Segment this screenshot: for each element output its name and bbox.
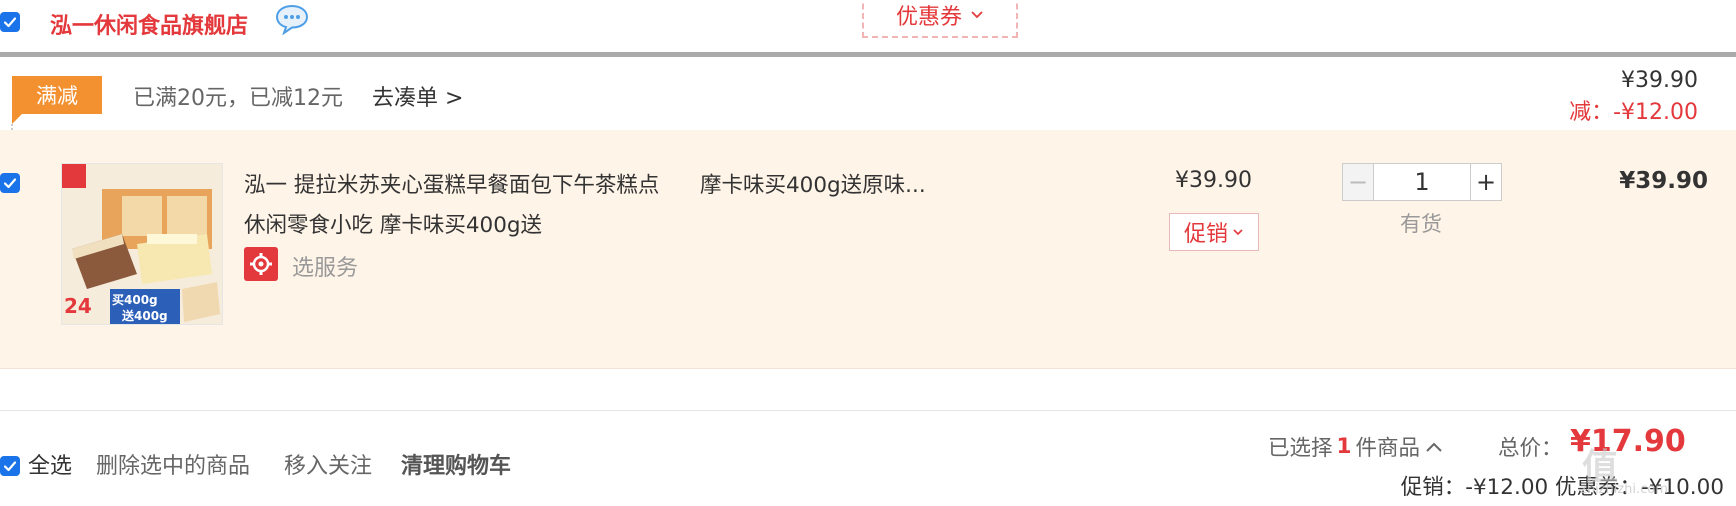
stock-status: 有货 (1400, 212, 1442, 236)
quantity-stepper: − 1 + (1342, 163, 1502, 201)
thumb-text-1: 买400g (112, 293, 158, 307)
item-subtotal: ¥39.90 (1619, 168, 1708, 194)
clear-cart-button[interactable]: 清理购物车 (401, 448, 511, 480)
selected-suffix: 件商品 (1355, 436, 1420, 461)
promotion-dropdown-label: 促销 (1183, 222, 1228, 247)
item-checkbox[interactable] (0, 173, 20, 193)
watermark-url: zhizhizhi.com (1580, 482, 1668, 497)
total-label: 总价： (1498, 436, 1563, 461)
chat-icon[interactable] (274, 3, 310, 36)
add-more-link[interactable]: 去凑单 > (372, 80, 463, 112)
footer-divider (0, 410, 1736, 411)
group-discount: 减：-¥12.00 (1569, 100, 1698, 125)
quantity-input[interactable]: 1 (1374, 163, 1470, 201)
product-title-link[interactable]: 泓一 提拉米苏夹心蛋糕早餐面包下午茶糕点休闲零食小吃 摩卡味买400g送 (244, 166, 664, 246)
decrease-quantity-button[interactable]: − (1342, 163, 1374, 201)
check-icon (3, 461, 17, 472)
coupon-button[interactable]: 优惠券 (862, 0, 1018, 38)
promo-tag-tail (12, 114, 22, 124)
shop-checkbox[interactable] (0, 12, 20, 32)
promo-tag: 满减 (12, 76, 102, 114)
product-thumbnail[interactable]: 24 买400g 送400g (61, 163, 223, 325)
savings-breakdown: 促销：-¥12.00 优惠券：-¥10.00 (1400, 475, 1724, 500)
shop-divider (0, 52, 1736, 57)
selected-prefix: 已选择 (1268, 436, 1333, 461)
move-to-follow-button[interactable]: 移入关注 (284, 448, 372, 480)
thumb-text-2: 送400g (122, 309, 168, 323)
selected-count: 1 (1336, 434, 1352, 459)
select-all-label[interactable]: 全选 (28, 448, 72, 480)
check-icon (3, 17, 17, 28)
thumb-badge: 24 (64, 294, 92, 318)
chevron-down-icon (971, 11, 983, 19)
coupon-label: 优惠券 (895, 5, 962, 30)
promotion-dropdown[interactable]: 促销 (1169, 213, 1259, 251)
promo-status-text: 已满20元，已减12元 (133, 86, 343, 111)
unit-price: ¥39.90 (1175, 168, 1252, 193)
product-variant[interactable]: 摩卡味买400g送原味... (700, 168, 926, 199)
delete-selected-button[interactable]: 删除选中的商品 (96, 448, 250, 480)
group-price: ¥39.90 (1621, 68, 1698, 93)
chevron-up-icon (1426, 442, 1442, 452)
service-gear-icon[interactable] (244, 247, 278, 281)
chevron-down-icon (1233, 229, 1243, 236)
select-all-checkbox[interactable] (0, 456, 20, 476)
selected-items-toggle[interactable]: 已选择 1 件商品 (1268, 431, 1444, 462)
increase-quantity-button[interactable]: + (1470, 163, 1502, 201)
check-icon (3, 178, 17, 189)
shop-name-link[interactable]: 泓一休闲食品旗舰店 (50, 8, 248, 40)
select-service-link[interactable]: 选服务 (292, 250, 358, 282)
